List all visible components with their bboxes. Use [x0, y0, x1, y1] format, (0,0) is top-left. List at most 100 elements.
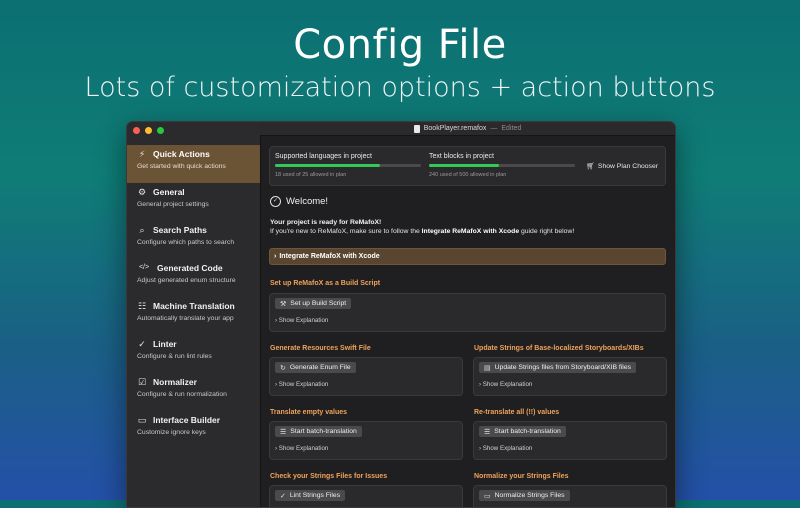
retranslate-section-title: Re-translate all (!!) values: [474, 409, 560, 416]
button-label: Set up Build Script: [290, 300, 347, 307]
explanation-label: Show Explanation: [278, 317, 329, 324]
build-script-card: ⚒ Set up Build Script › Show Explanation: [269, 293, 666, 332]
chevron-right-icon: ›: [479, 381, 482, 388]
translate-icon: ☷: [137, 301, 147, 311]
sidebar-item-generated-code[interactable]: </> Generated Code Adjust generated enum …: [127, 259, 260, 297]
title-separator: —: [490, 125, 498, 132]
chevron-right-icon: ›: [479, 445, 482, 452]
stack-icon: ☰: [280, 428, 287, 436]
blocks-used-note: 240 used of 500 allowed in plan: [429, 172, 507, 178]
set-up-build-script-button[interactable]: ⚒ Set up Build Script: [275, 298, 352, 309]
sidebar-item-title: Generated Code: [157, 263, 223, 273]
show-explanation-toggle[interactable]: › Show Explanation: [275, 381, 328, 388]
minimize-window-button[interactable]: [145, 127, 152, 134]
ready-text: Your project is ready for ReMafoX!: [270, 219, 382, 226]
close-window-button[interactable]: [133, 127, 140, 134]
start-batch-translation-button[interactable]: ☰ Start batch-translation: [275, 426, 362, 437]
check-section-title: Check your Strings Files for Issues: [270, 473, 388, 480]
show-plan-chooser-label: Show Plan Chooser: [597, 162, 658, 170]
generate-enum-file-button[interactable]: ↻ Generate Enum File: [275, 362, 356, 373]
sidebar-item-title: Interface Builder: [153, 415, 221, 425]
button-label: Start batch-translation: [290, 428, 357, 435]
rectangle-icon: ▭: [484, 492, 491, 500]
main-content: Supported languages in project 18 used o…: [260, 136, 675, 507]
normalize-strings-files-button[interactable]: ▭ Normalize Strings Files: [479, 490, 570, 501]
button-label: Generate Enum File: [289, 364, 351, 371]
normalize-section-title: Normalize your Strings Files: [474, 473, 569, 480]
cart-icon: 🛒︎: [586, 163, 595, 170]
languages-label: Supported languages in project: [275, 153, 372, 160]
sidebar-item-title: Linter: [153, 339, 177, 349]
translate-section-title: Translate empty values: [270, 409, 348, 416]
plan-usage-box: Supported languages in project 18 used o…: [269, 146, 666, 186]
sidebar-item-quick-actions[interactable]: ⚡ Quick Actions Get started with quick ac…: [127, 145, 260, 183]
app-window: ⚡ Quick Actions Get started with quick ac…: [126, 121, 676, 508]
search-icon: ⌕: [139, 225, 145, 235]
desc-prefix: If you're new to ReMafoX, make sure to f…: [270, 228, 422, 235]
languages-usage: Supported languages in project 18 used o…: [275, 153, 421, 178]
build-script-section-title: Set up ReMafoX as a Build Script: [270, 280, 381, 287]
check-circle-icon: ✓: [280, 492, 286, 500]
blocks-progress-fill: [429, 164, 500, 167]
sidebar-item-desc: Configure which paths to search: [137, 239, 235, 246]
sidebar-item-desc: Get started with quick actions: [137, 163, 226, 170]
sidebar-item-linter[interactable]: ✓ Linter Configure & run lint rules: [127, 335, 260, 373]
hammer-icon: ⚒: [280, 300, 287, 308]
chevron-right-icon: ›: [275, 445, 278, 452]
start-batch-retranslation-button[interactable]: ☰ Start batch-translation: [479, 426, 566, 437]
sidebar-item-general[interactable]: ⚙ General General project settings: [127, 183, 260, 221]
sidebar-item-search-paths[interactable]: ⌕ Search Paths Configure which paths to s…: [127, 221, 260, 259]
button-label: Normalize Strings Files: [494, 492, 565, 499]
show-plan-chooser-button[interactable]: 🛒︎ Show Plan Chooser: [586, 162, 658, 171]
check-card: ✓ Lint Strings Files: [269, 485, 463, 507]
sidebar-item-desc: Configure & run normalization: [137, 391, 227, 398]
sidebar-item-title: Machine Translation: [153, 301, 235, 311]
sidebar: ⚡ Quick Actions Get started with quick ac…: [127, 122, 261, 507]
chevron-right-icon: ›: [275, 317, 278, 324]
show-explanation-toggle[interactable]: › Show Explanation: [479, 445, 532, 452]
check-circle-icon: ✓: [138, 339, 146, 349]
update-strings-button[interactable]: ▤ Update Strings files from Storyboard/XI…: [479, 362, 636, 373]
show-explanation-toggle[interactable]: › Show Explanation: [275, 317, 328, 324]
refresh-icon: ↻: [280, 364, 286, 372]
welcome-title: Welcome!: [286, 196, 329, 207]
explanation-label: Show Explanation: [278, 381, 329, 388]
sidebar-item-desc: Adjust generated enum structure: [137, 277, 236, 284]
sidebar-item-title: Normalizer: [153, 377, 197, 387]
edited-status: Edited: [501, 125, 522, 132]
storyboards-section-title: Update Strings of Base-localized Storybo…: [474, 345, 644, 352]
window-controls: [133, 127, 164, 134]
gear-icon: ⚙: [137, 187, 147, 197]
sidebar-item-desc: Customize ignore keys: [137, 429, 206, 436]
chevron-right-icon: ›: [275, 381, 278, 388]
sidebar-item-title: General: [153, 187, 185, 197]
button-label: Lint Strings Files: [289, 492, 341, 499]
sidebar-item-interface-builder[interactable]: ▭ Interface Builder Customize ignore keys: [127, 411, 260, 449]
file-icon: ▤: [484, 364, 491, 372]
button-label: Update Strings files from Storyboard/XIB…: [494, 364, 631, 371]
normalize-card: ▭ Normalize Strings Files: [473, 485, 667, 507]
show-explanation-toggle[interactable]: › Show Explanation: [275, 445, 328, 452]
languages-progress-fill: [275, 164, 381, 167]
stack-icon: ☰: [484, 428, 491, 436]
button-label: Start batch-translation: [494, 428, 561, 435]
document-icon: [413, 124, 420, 133]
sidebar-item-normalizer[interactable]: ☑ Normalizer Configure & run normalizatio…: [127, 373, 260, 411]
window-titlebar: BookPlayer.remafox — Edited: [260, 122, 675, 136]
sidebar-item-machine-translation[interactable]: ☷ Machine Translation Automatically trans…: [127, 297, 260, 335]
show-explanation-toggle[interactable]: › Show Explanation: [479, 381, 532, 388]
window-filename: BookPlayer.remafox: [423, 125, 487, 132]
check-square-icon: ☑: [137, 377, 147, 387]
blocks-progress-bar: [429, 164, 575, 167]
zoom-window-button[interactable]: [157, 127, 164, 134]
lint-strings-files-button[interactable]: ✓ Lint Strings Files: [275, 490, 346, 501]
sidebar-item-title: Quick Actions: [153, 149, 210, 159]
storyboards-card: ▤ Update Strings files from Storyboard/XI…: [473, 357, 667, 396]
integrate-disclosure[interactable]: › Integrate ReMafoX with Xcode: [269, 248, 666, 265]
explanation-label: Show Explanation: [482, 445, 533, 452]
integrate-label: Integrate ReMafoX with Xcode: [279, 253, 380, 260]
swift-file-card: ↻ Generate Enum File › Show Explanation: [269, 357, 463, 396]
sidebar-list: ⚡ Quick Actions Get started with quick ac…: [127, 145, 260, 449]
languages-progress-bar: [275, 164, 421, 167]
explanation-label: Show Explanation: [278, 445, 329, 452]
